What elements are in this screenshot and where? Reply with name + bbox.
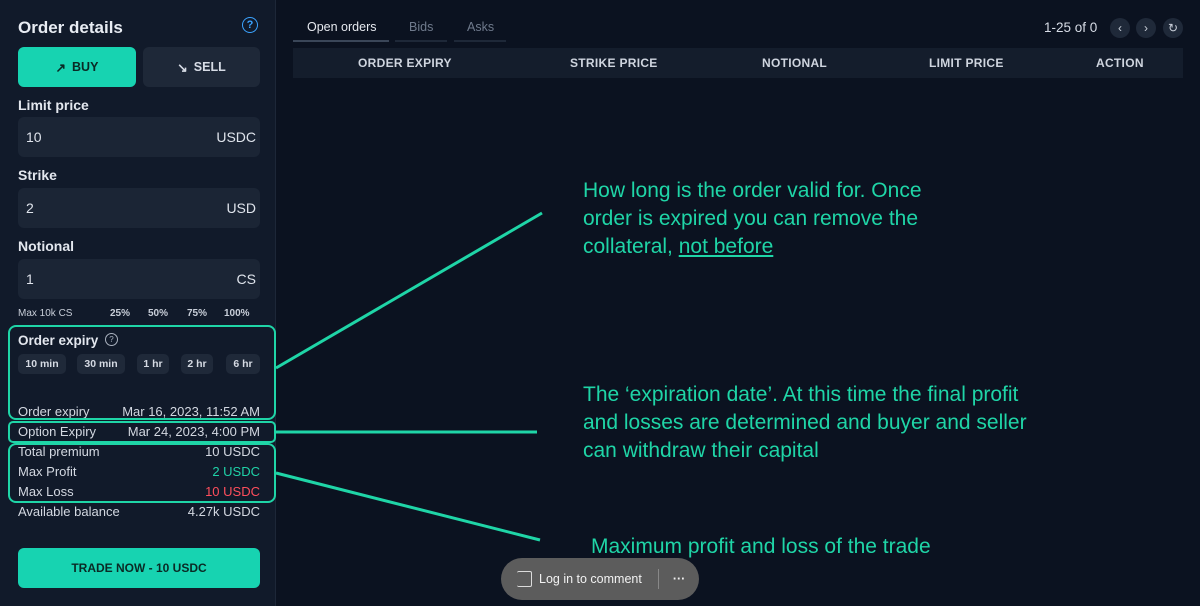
annotation-text: collateral, [583,235,679,258]
chevron-left-icon[interactable]: ‹ [1110,18,1130,38]
annotation-underlined: not before [678,235,774,258]
tab-open-orders[interactable]: Open orders [307,20,376,34]
option-expiry-annotation: The ‘expiration date’. At this time the … [583,381,1027,465]
tab-underline-active [293,40,389,42]
profit-pointer-line [275,471,541,542]
annotation-line: How long is the order valid for. Once [583,179,922,202]
annotation-line: order is expired you can remove the [583,207,919,230]
tab-bids[interactable]: Bids [409,20,433,34]
col-limit-price[interactable]: LIMIT PRICE [929,56,1004,70]
login-to-comment-link[interactable]: Log in to comment [539,572,642,586]
annotation-line: and losses are determined and buyer and … [583,411,1027,434]
more-icon[interactable]: ··· [673,572,686,586]
divider [657,569,659,589]
chevron-right-icon[interactable]: › [1136,18,1156,38]
tab-underline [395,40,447,42]
annotation-line: The ‘expiration date’. At this time the … [583,383,1019,406]
annotation-line: collateral, not before [583,233,922,261]
col-strike-price[interactable]: STRIKE PRICE [570,56,658,70]
tab-asks[interactable]: Asks [467,20,494,34]
profit-loss-annotation: Maximum profit and loss of the trade [591,535,931,558]
comment-bar: Log in to comment ··· [501,558,699,600]
expiry-pointer-line [275,211,543,370]
col-order-expiry[interactable]: ORDER EXPIRY [358,56,452,70]
annotation-lines [275,211,543,542]
annotation-line: can withdraw their capital [583,439,819,462]
tab-underline [454,40,506,42]
col-action[interactable]: ACTION [1096,56,1144,70]
pagination-text: 1-25 of 0 [1044,20,1098,35]
login-icon [517,571,532,587]
col-notional[interactable]: NOTIONAL [762,56,827,70]
expiry-annotation: How long is the order valid for. Once or… [583,177,922,261]
refresh-icon[interactable]: ↻ [1163,18,1183,38]
